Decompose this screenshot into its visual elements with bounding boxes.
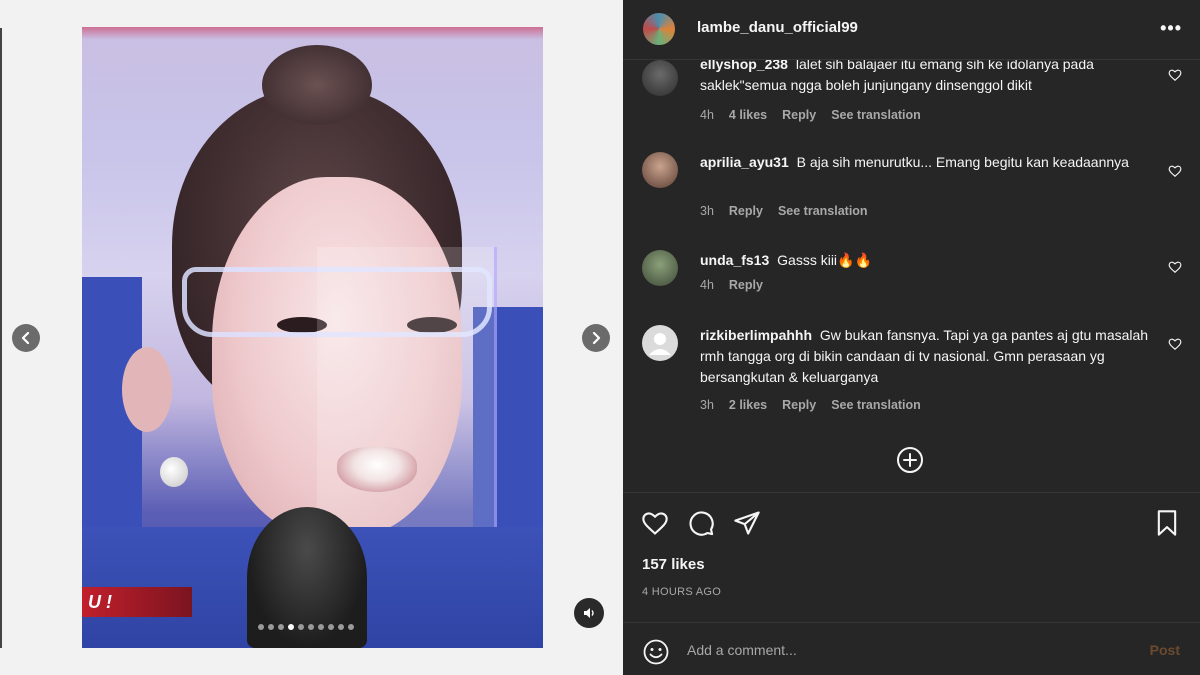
more-options-button[interactable]: ••• bbox=[1160, 18, 1182, 39]
post-header: lambe_danu_official99 ••• bbox=[623, 0, 1200, 60]
comment-body: aprilia_ayu31 B aja sih menurutku... Ema… bbox=[700, 152, 1150, 173]
comment-translate-button[interactable]: See translation bbox=[778, 204, 868, 218]
sound-toggle-button[interactable] bbox=[574, 598, 604, 628]
comment-meta: 4h Reply bbox=[700, 278, 763, 292]
plus-circle-icon[interactable] bbox=[895, 445, 925, 475]
comment-likes[interactable]: 2 likes bbox=[729, 398, 767, 412]
comment-reply-button[interactable]: Reply bbox=[782, 108, 816, 122]
comment-translate-button[interactable]: See translation bbox=[831, 398, 921, 412]
comment-body: rizkiberlimpahhh Gw bukan fansnya. Tapi … bbox=[700, 325, 1150, 388]
carousel-dot bbox=[318, 624, 324, 630]
heart-icon[interactable] bbox=[1168, 337, 1182, 351]
commenter-avatar[interactable] bbox=[642, 325, 678, 361]
previous-post-edge bbox=[0, 28, 2, 648]
carousel-next-button[interactable] bbox=[582, 324, 610, 352]
likes-count[interactable]: 157 likes bbox=[642, 556, 705, 573]
carousel-dot bbox=[348, 624, 354, 630]
photo-ear bbox=[122, 347, 172, 432]
carousel-dot bbox=[298, 624, 304, 630]
comment-time: 3h bbox=[700, 398, 714, 412]
carousel-dot bbox=[268, 624, 274, 630]
comment-likes[interactable]: 4 likes bbox=[729, 108, 767, 122]
comment-body: unda_fs13 Gasss kiii🔥🔥 bbox=[700, 250, 1150, 271]
carousel-dot bbox=[288, 624, 294, 630]
comment-text: B aja sih menurutku... Emang begitu kan … bbox=[796, 154, 1129, 170]
author-avatar[interactable] bbox=[641, 11, 677, 47]
commenter-username[interactable]: rizkiberlimpahhh bbox=[700, 327, 812, 343]
photo-earring bbox=[160, 457, 188, 487]
smiley-icon[interactable] bbox=[642, 638, 670, 666]
commenter-username[interactable]: unda_fs13 bbox=[700, 252, 769, 268]
heart-icon[interactable] bbox=[1168, 260, 1182, 274]
commenter-username[interactable]: aprilia_ayu31 bbox=[700, 154, 789, 170]
comment-body: ellyshop_238 lalet sih balajaer itu eman… bbox=[700, 60, 1150, 96]
comment-meta: 4h 4 likes Reply See translation bbox=[700, 108, 921, 122]
commenter-avatar[interactable] bbox=[642, 250, 678, 286]
comment-meta: 3h Reply See translation bbox=[700, 204, 868, 218]
default-avatar-icon bbox=[649, 333, 671, 355]
comment-input[interactable] bbox=[687, 636, 1127, 664]
comment-text: Gasss kiii🔥🔥 bbox=[777, 252, 872, 268]
comments-list: ellyshop_238 lalet sih balajaer itu eman… bbox=[623, 60, 1200, 492]
comment-reply-button[interactable]: Reply bbox=[729, 278, 763, 292]
commenter-avatar[interactable] bbox=[642, 60, 678, 96]
comment-reply-button[interactable]: Reply bbox=[782, 398, 816, 412]
carousel-dot bbox=[338, 624, 344, 630]
comment-time: 4h bbox=[700, 108, 714, 122]
bookmark-icon[interactable] bbox=[1153, 509, 1181, 537]
chevron-right-icon bbox=[592, 332, 601, 344]
comment-time: 4h bbox=[700, 278, 714, 292]
carousel-dot bbox=[258, 624, 264, 630]
comment-reply-button[interactable]: Reply bbox=[729, 204, 763, 218]
chevron-left-icon bbox=[21, 332, 30, 344]
comment-composer: Post bbox=[623, 622, 1200, 675]
comment-time: 3h bbox=[700, 204, 714, 218]
post-comment-button[interactable]: Post bbox=[1150, 642, 1180, 658]
post-side-panel: lambe_danu_official99 ••• ellyshop_238 l… bbox=[623, 0, 1200, 675]
carousel-prev-button[interactable] bbox=[12, 324, 40, 352]
comment-meta: 3h 2 likes Reply See translation bbox=[700, 398, 921, 412]
heart-icon[interactable] bbox=[1168, 68, 1182, 82]
speaker-icon bbox=[584, 608, 594, 618]
post-actions: 157 likes 4 HOURS AGO bbox=[623, 492, 1200, 622]
media-area: U ! bbox=[0, 0, 623, 675]
photo-tv-banner: U ! bbox=[82, 587, 192, 617]
carousel-dot bbox=[328, 624, 334, 630]
commenter-avatar[interactable] bbox=[642, 152, 678, 188]
author-username[interactable]: lambe_danu_official99 bbox=[697, 19, 858, 36]
carousel-dot bbox=[278, 624, 284, 630]
instagram-post-viewer: U ! lambe_danu_official99 ••• ellyshop_2… bbox=[0, 0, 1200, 675]
heart-icon[interactable] bbox=[1168, 164, 1182, 178]
carousel-dot bbox=[308, 624, 314, 630]
heart-icon[interactable] bbox=[641, 509, 669, 537]
post-timestamp: 4 HOURS AGO bbox=[642, 586, 722, 598]
photo-hair-bun bbox=[262, 45, 372, 125]
commenter-username[interactable]: ellyshop_238 bbox=[700, 60, 788, 72]
comment-icon[interactable] bbox=[687, 509, 715, 537]
carousel-dots bbox=[258, 624, 354, 630]
paper-plane-icon[interactable] bbox=[733, 509, 761, 537]
post-photo[interactable]: U ! bbox=[82, 27, 543, 648]
comment-translate-button[interactable]: See translation bbox=[831, 108, 921, 122]
